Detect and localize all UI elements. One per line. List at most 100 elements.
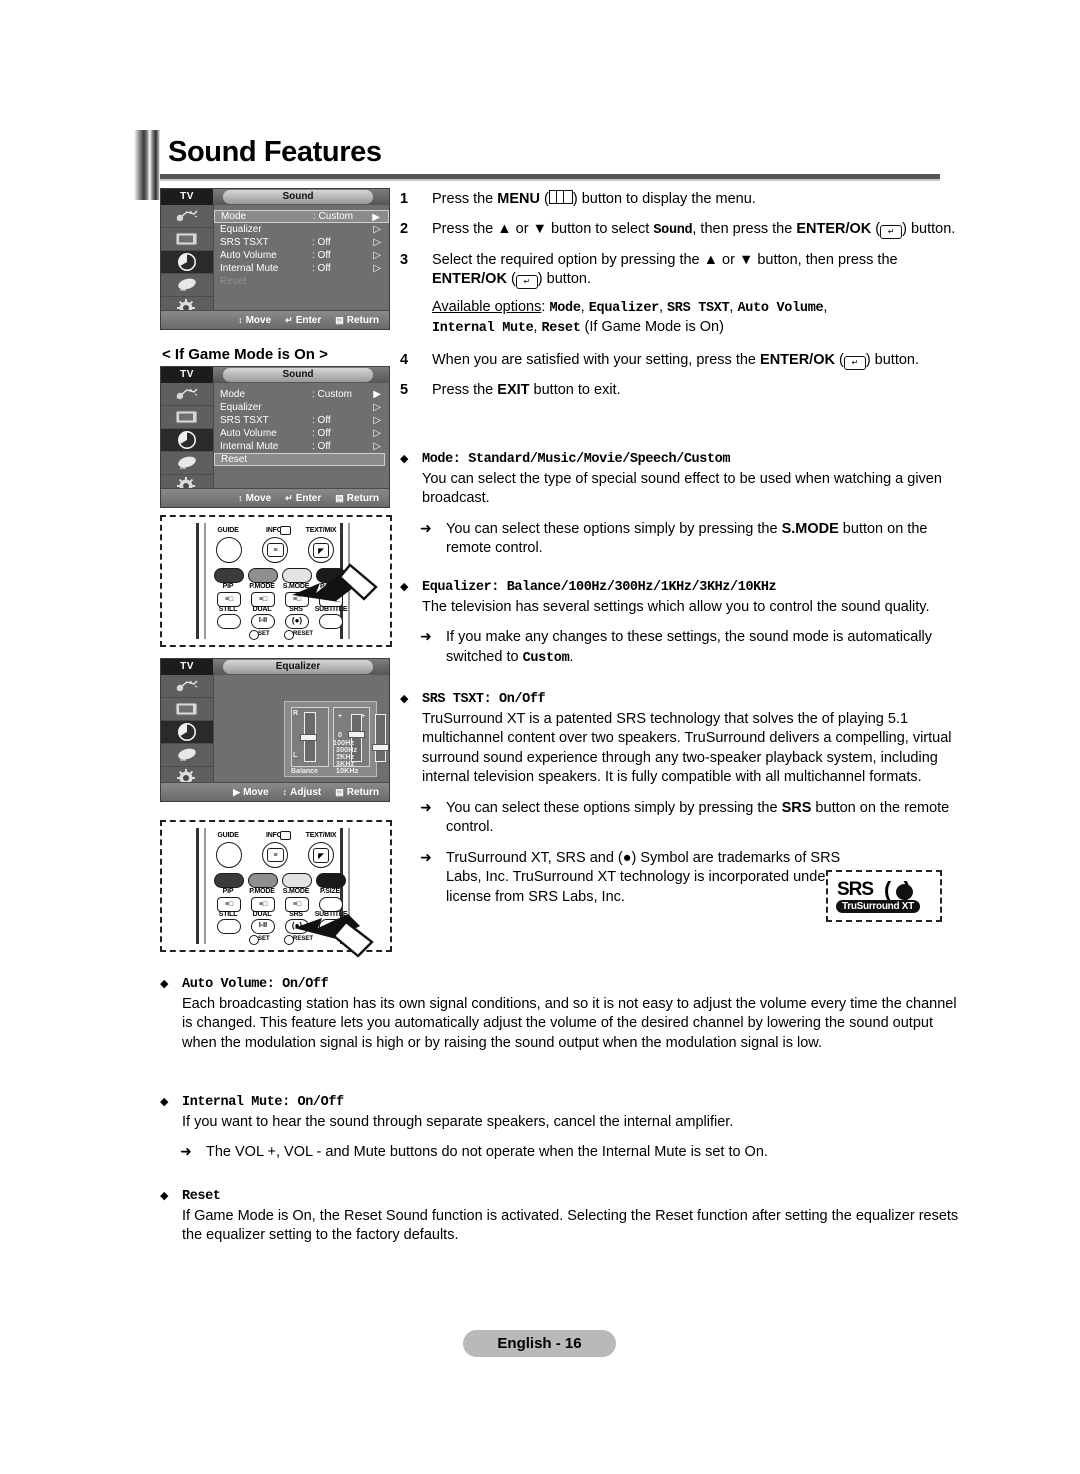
menu-key-icon: ▤: [335, 314, 344, 325]
remote-label-textmix: TEXT/MIX: [305, 527, 337, 534]
section-auto-volume-heading: Auto Volume: On/Off: [182, 977, 329, 992]
osd-row-arrow-icon: ▷: [373, 441, 381, 452]
remote-label-set: SET: [258, 631, 270, 637]
page-footer-label: English - 16: [463, 1330, 616, 1357]
osd-sound-menu: TV Sound Mode : Custom ▶ Equalizer ▷ SRS…: [160, 188, 390, 330]
remote-label-pip: PIP: [222, 583, 234, 590]
band-zero-label-left: 0: [338, 732, 342, 739]
sound-icon[interactable]: [161, 429, 213, 452]
info-button[interactable]: ≡: [262, 537, 288, 563]
osd-row-reset[interactable]: Reset: [214, 453, 385, 466]
updown-arrow-icon: ↕: [282, 787, 288, 797]
updown-arrow-icon: ↕: [238, 493, 243, 503]
osd-row-label: Auto Volume: [220, 250, 277, 261]
enter-key-icon: ↵: [285, 492, 293, 503]
nav-enter: ↵ Enter: [285, 492, 322, 504]
section-mode: Mode: Standard/Music/Movie/Speech/Custom…: [400, 450, 960, 559]
picture-icon[interactable]: [161, 406, 213, 429]
osd-row-internal-mute[interactable]: Internal Mute : Off ▷: [214, 440, 389, 453]
osd-row-mode[interactable]: Mode : Custom ▶: [214, 388, 389, 401]
balance-top-label: R: [293, 710, 299, 717]
guide-button[interactable]: [216, 842, 242, 868]
osd-row-mode[interactable]: Mode : Custom ▶: [214, 210, 389, 223]
smode-color-button[interactable]: [282, 873, 312, 888]
dual-button[interactable]: I-II: [251, 614, 275, 629]
osd-row-label: Mode: [220, 389, 246, 400]
still-button[interactable]: [217, 614, 241, 629]
band-slider-300hz[interactable]: [372, 714, 389, 762]
section-internal-mute-body: If you want to hear the sound through se…: [182, 1113, 734, 1130]
textmix-button[interactable]: ◤: [308, 842, 334, 868]
osd-row-label: Internal Mute: [220, 263, 279, 274]
section-mode-body: You can select the type of special sound…: [422, 470, 942, 507]
sound-icon[interactable]: [161, 721, 213, 744]
osd-row-value: : Off: [312, 441, 331, 452]
input-source-icon[interactable]: [161, 675, 213, 698]
pip-button[interactable]: ≡□: [217, 897, 241, 912]
pmode-color-button[interactable]: [248, 873, 278, 888]
osd-menu-title: Equalizer: [223, 660, 373, 674]
nav-return: ▤ Return: [335, 492, 379, 504]
section-mode-note: You can select these options simply by p…: [400, 519, 960, 559]
osd-row-reset: Reset: [214, 275, 389, 288]
band-label-1khz: 1KHz: [336, 754, 355, 761]
osd-row-arrow-icon: ▷: [373, 237, 381, 248]
input-source-icon[interactable]: [161, 383, 213, 406]
pmode-button[interactable]: ≡□: [251, 897, 275, 912]
osd-row-srs-tsxt[interactable]: SRS TSXT : Off ▷: [214, 414, 389, 427]
osd-row-label: SRS TSXT: [220, 237, 269, 248]
pmode-button[interactable]: ≡□: [251, 592, 275, 607]
band-label-3khz: 3KHz: [336, 761, 355, 768]
picture-icon[interactable]: [161, 228, 213, 251]
sound-icon[interactable]: [161, 251, 213, 274]
remote-label-reset: RESET: [293, 631, 314, 637]
available-options-text: Available options: Mode, Equalizer, SRS …: [432, 299, 828, 336]
step-4: 4 When you are satisfied with your setti…: [400, 351, 960, 370]
psize-color-button[interactable]: [316, 873, 346, 888]
still-button[interactable]: [217, 919, 241, 934]
manual-page: Sound Features TV Sound Mode: Custom ▶ …: [0, 0, 1080, 1474]
textmix-button[interactable]: ◤: [308, 537, 334, 563]
osd-row-arrow-icon: ▷: [373, 415, 381, 426]
osd-row-equalizer[interactable]: Equalizer ▷: [214, 223, 389, 236]
nav-return: ▤ Return: [335, 314, 379, 326]
osd-row-value: : Off: [312, 237, 331, 248]
osd-row-srs-tsxt[interactable]: SRS TSXT : Off ▷: [214, 236, 389, 249]
osd-row-equalizer[interactable]: Equalizer ▷: [214, 401, 389, 414]
remote-label-still: STILL: [218, 911, 238, 918]
guide-button[interactable]: [216, 537, 242, 563]
section-internal-mute: Internal Mute: On/Off If you want to hea…: [160, 1093, 960, 1163]
osd-row-label: Internal Mute: [220, 441, 279, 452]
picture-icon[interactable]: [161, 698, 213, 721]
channel-icon[interactable]: [161, 452, 213, 475]
osd-row-auto-volume[interactable]: Auto Volume : Off ▷: [214, 249, 389, 262]
dual-button[interactable]: I-II: [251, 919, 275, 934]
remote-label-pip: PIP: [222, 888, 234, 895]
osd-row-label: Reset: [220, 276, 247, 287]
srs-logo-subtext: TruSurround XT: [836, 900, 920, 913]
dual-button-label: I-II: [258, 617, 268, 624]
section-srs-body: TruSurround XT is a patented SRS technol…: [422, 710, 952, 786]
smode-button[interactable]: ≡□: [285, 897, 309, 912]
pip-color-button[interactable]: [214, 568, 244, 583]
channel-icon[interactable]: [161, 744, 213, 767]
section-reset-body: If Game Mode is On, the Reset Sound func…: [182, 1207, 959, 1244]
channel-icon[interactable]: [161, 274, 213, 297]
pmode-color-button[interactable]: [248, 568, 278, 583]
osd-row-auto-volume[interactable]: Auto Volume : Off ▷: [214, 427, 389, 440]
srs-trusurround-logo: SRS ( ) TruSurround XT: [826, 870, 942, 922]
pip-color-button[interactable]: [214, 873, 244, 888]
osd-items: Mode : Custom ▶ Equalizer ▷ SRS TSXT : O…: [214, 383, 389, 489]
pip-button[interactable]: ≡□: [217, 592, 241, 607]
osd-navbar: ↕ Move ↵ Enter ▤ Return: [161, 488, 389, 507]
section-internal-mute-note: The VOL +, VOL - and Mute buttons do not…: [160, 1142, 960, 1163]
osd-row-arrow-icon: ▷: [373, 224, 381, 235]
psize-button[interactable]: [319, 897, 343, 912]
osd-row-label: Equalizer: [220, 224, 262, 235]
osd-equalizer-menu: TV Equalizer R L + 0 – + Balance 100Hz 3…: [160, 658, 390, 802]
available-options: Available options: Mode, Equalizer, SRS …: [400, 298, 960, 338]
input-source-icon[interactable]: [161, 205, 213, 228]
info-button[interactable]: ≡: [262, 842, 288, 868]
osd-row-internal-mute[interactable]: Internal Mute : Off ▷: [214, 262, 389, 275]
step-number: 3: [400, 252, 409, 268]
